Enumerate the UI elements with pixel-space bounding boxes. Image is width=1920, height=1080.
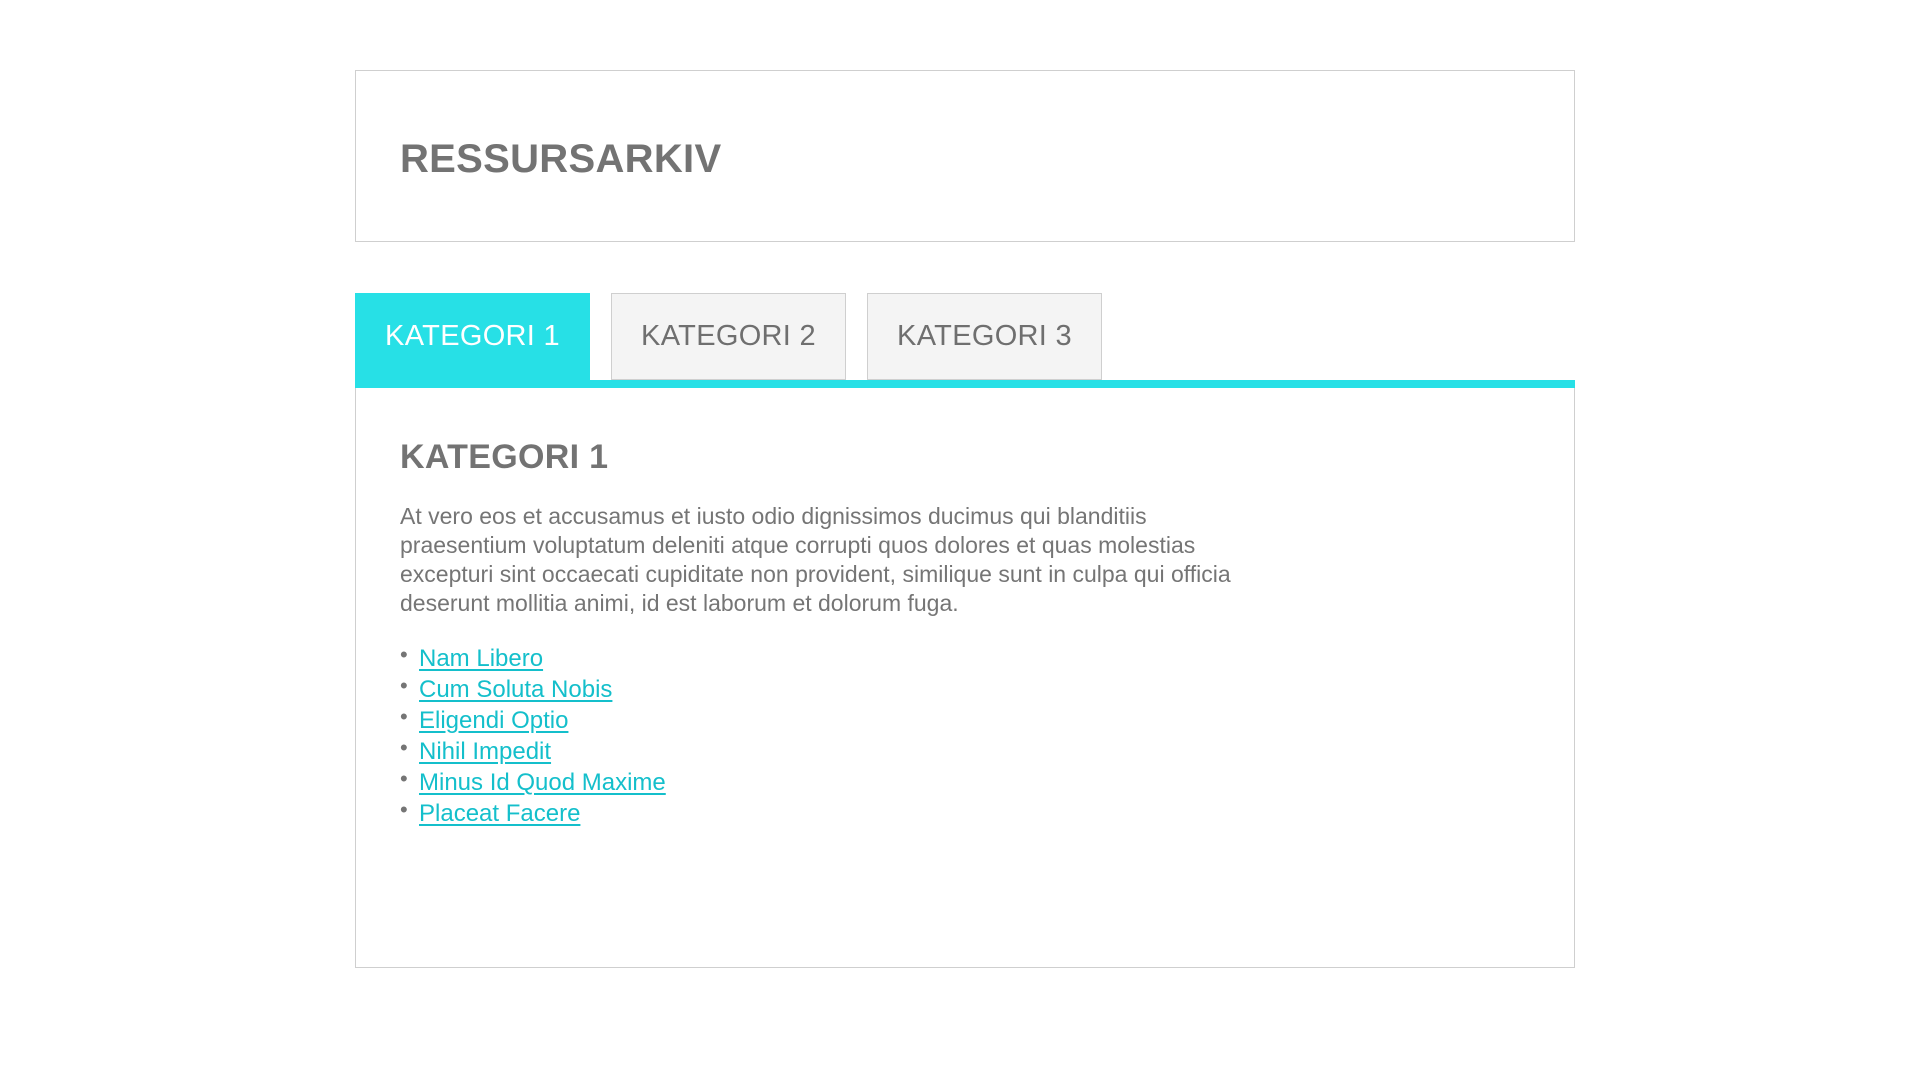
bullet-icon: • [400,704,408,729]
panel-description: At vero eos et accusamus et iusto odio d… [400,503,1231,616]
tab-kategori-2[interactable]: KATEGORI 2 [611,293,846,380]
tab-panel: KATEGORI 1 At vero eos et accusamus et i… [355,388,1575,968]
list-item: • Nam Libero [400,642,666,674]
list-item: • Placeat Facere [400,797,666,829]
resource-link-eligendi-optio[interactable]: Eligendi Optio [419,707,568,734]
list-item: • Cum Soluta Nobis [400,673,666,705]
resource-link-minus-id-quod-maxime[interactable]: Minus Id Quod Maxime [419,769,666,796]
list-item: • Minus Id Quod Maxime [400,766,666,798]
page-title: RESSURSARKIV [400,137,722,181]
bullet-icon: • [400,797,408,822]
bullet-icon: • [400,673,408,698]
resource-link-nihil-impedit[interactable]: Nihil Impedit [419,738,551,765]
bullet-icon: • [400,735,408,760]
resource-link-nam-libero[interactable]: Nam Libero [419,645,543,672]
tab-bar: KATEGORI 1 KATEGORI 2 KATEGORI 3 [355,293,1575,380]
header-box: RESSURSARKIV [355,70,1575,242]
resource-link-placeat-facere[interactable]: Placeat Facere [419,800,580,827]
bullet-icon: • [400,642,408,667]
resource-link-list: • Nam Libero • Cum Soluta Nobis • Eligendi … [400,642,666,829]
panel-title: KATEGORI 1 [400,438,609,476]
list-item: • Eligendi Optio [400,704,666,736]
tab-kategori-1[interactable]: KATEGORI 1 [355,293,590,380]
bullet-icon: • [400,766,408,791]
tab-kategori-3[interactable]: KATEGORI 3 [867,293,1102,380]
list-item: • Nihil Impedit [400,735,666,767]
resource-link-cum-soluta-nobis[interactable]: Cum Soluta Nobis [419,676,612,703]
